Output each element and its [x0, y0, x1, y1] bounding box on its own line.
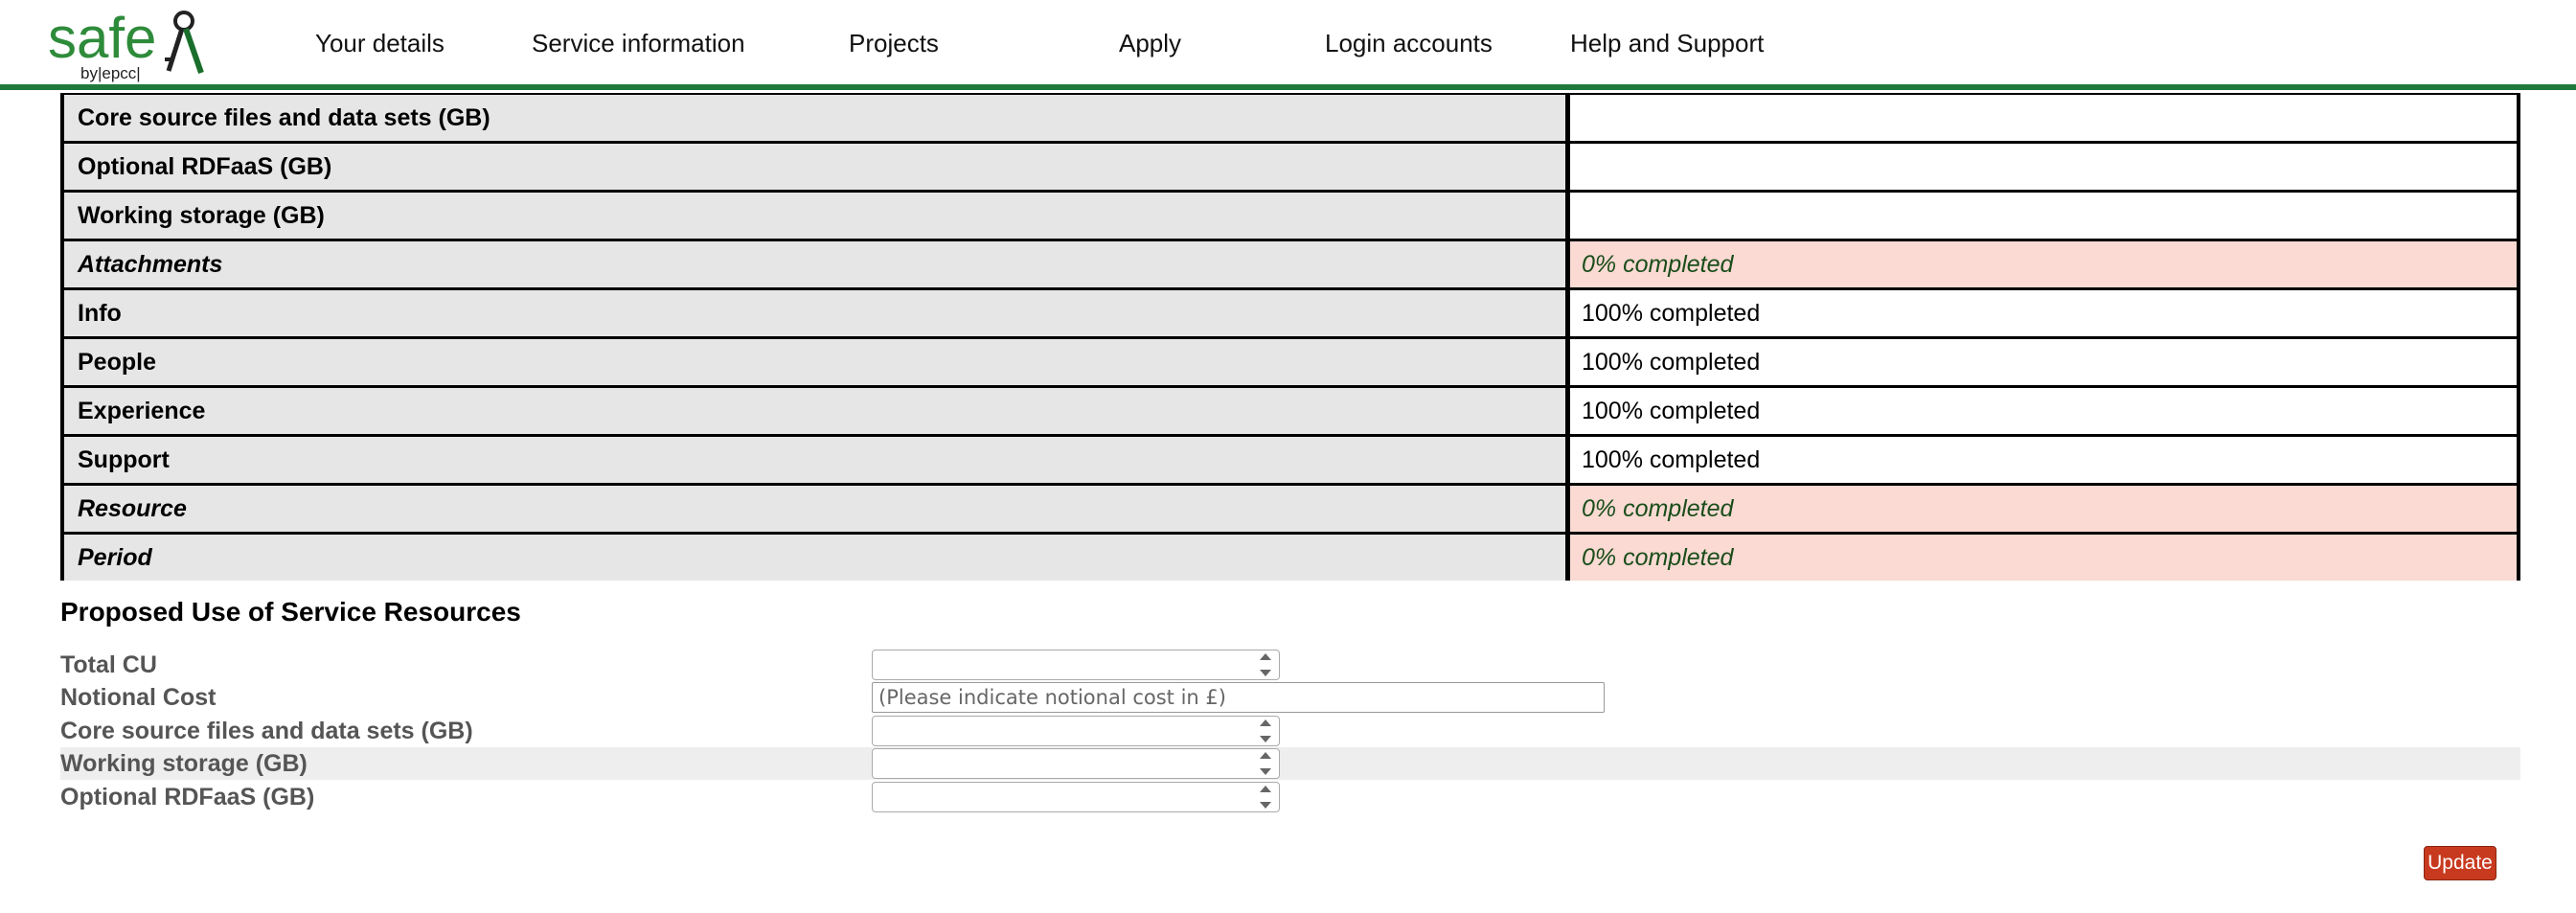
row-status: 100% completed: [1570, 388, 2517, 434]
table-row: Attachments 0% completed: [64, 241, 2517, 287]
row-value: [1570, 95, 2517, 141]
nav-projects[interactable]: Projects: [849, 29, 939, 58]
row-label: Core source files and data sets (GB): [64, 95, 1565, 141]
core-source-input[interactable]: [872, 716, 1280, 746]
working-storage-input[interactable]: [872, 748, 1280, 779]
nav-help-and-support[interactable]: Help and Support: [1570, 29, 1764, 58]
row-label: People: [64, 339, 1565, 385]
row-label: Support: [64, 437, 1565, 483]
keys-icon: [165, 11, 204, 74]
optional-rdfaas-input[interactable]: [872, 782, 1280, 812]
row-value: [1570, 193, 2517, 239]
row-label: Info: [64, 290, 1565, 336]
table-row: Support 100% completed: [64, 437, 2517, 483]
table-row: Working storage (GB): [64, 193, 2517, 239]
notional-cost-input[interactable]: (Please indicate notional cost in £): [872, 682, 1605, 713]
row-label: Experience: [64, 388, 1565, 434]
nav-login-accounts[interactable]: Login accounts: [1325, 29, 1493, 58]
optional-rdfaas-label: Optional RDFaaS (GB): [60, 784, 315, 810]
table-row: Info 100% completed: [64, 290, 2517, 336]
svg-text:safe: safe: [48, 6, 156, 70]
nav-your-details[interactable]: Your details: [315, 29, 445, 58]
spinner-icon[interactable]: [1256, 719, 1275, 742]
total-cu-input[interactable]: [872, 650, 1280, 680]
notional-cost-label: Notional Cost: [60, 684, 217, 711]
spinner-icon[interactable]: [1256, 752, 1275, 775]
row-status: 100% completed: [1570, 339, 2517, 385]
spinner-icon[interactable]: [1256, 786, 1275, 809]
nav-apply[interactable]: Apply: [1119, 29, 1181, 58]
update-button[interactable]: Update: [2424, 846, 2496, 880]
form-row-optional-rdfaas: Optional RDFaaS (GB): [60, 781, 2520, 813]
row-label: Working storage (GB): [64, 193, 1565, 239]
table-row: People 100% completed: [64, 339, 2517, 385]
safe-logo[interactable]: safe by|epcc|: [48, 4, 211, 86]
application-status-table: Core source files and data sets (GB) Opt…: [60, 93, 2520, 581]
row-status: 100% completed: [1570, 290, 2517, 336]
row-label[interactable]: Period: [64, 535, 1565, 581]
section-title: Proposed Use of Service Resources: [60, 597, 521, 627]
row-status: 100% completed: [1570, 437, 2517, 483]
table-row: Experience 100% completed: [64, 388, 2517, 434]
core-source-label: Core source files and data sets (GB): [60, 718, 473, 744]
form-row-working-storage: Working storage (GB): [60, 747, 2520, 780]
spinner-icon[interactable]: [1256, 653, 1275, 676]
row-status: 0% completed: [1570, 486, 2517, 532]
working-storage-label: Working storage (GB): [60, 750, 308, 777]
top-navigation-bar: safe by|epcc| Your details Service infor…: [0, 0, 2576, 90]
nav-service-information[interactable]: Service information: [532, 29, 745, 58]
form-row-core-source: Core source files and data sets (GB): [60, 715, 2520, 747]
table-row: Period 0% completed: [64, 535, 2517, 581]
row-label[interactable]: Attachments: [64, 241, 1565, 287]
row-status: 0% completed: [1570, 535, 2517, 581]
table-row: Optional RDFaaS (GB): [64, 144, 2517, 190]
row-value: [1570, 144, 2517, 190]
table-row: Resource 0% completed: [64, 486, 2517, 532]
row-label[interactable]: Resource: [64, 486, 1565, 532]
table-row: Core source files and data sets (GB): [64, 95, 2517, 141]
total-cu-label: Total CU: [60, 651, 157, 678]
row-status: 0% completed: [1570, 241, 2517, 287]
form-row-notional-cost: Notional Cost (Please indicate notional …: [60, 681, 2520, 714]
form-row-total-cu: Total CU: [60, 649, 2520, 681]
svg-text:by|epcc|: by|epcc|: [80, 64, 141, 82]
row-label: Optional RDFaaS (GB): [64, 144, 1565, 190]
